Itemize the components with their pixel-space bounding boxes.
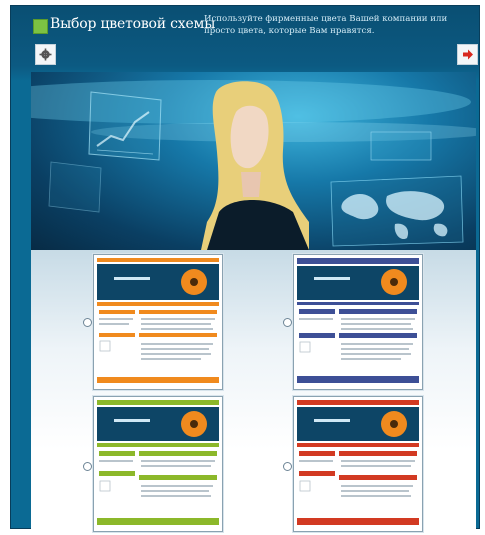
title-square-icon xyxy=(33,19,48,34)
gear-icon xyxy=(39,48,52,61)
scheme-preview-orange xyxy=(97,258,219,383)
page-title: Выбор цветовой схемы xyxy=(50,16,216,32)
scheme-thumbnail-orange[interactable] xyxy=(93,254,223,390)
scheme-thumbnail-blue[interactable] xyxy=(293,254,423,390)
scheme-selector xyxy=(31,250,476,532)
hero-illustration xyxy=(31,80,476,250)
scheme-preview-red xyxy=(297,400,419,525)
gear-button[interactable] xyxy=(35,44,56,65)
hero-image xyxy=(31,72,476,250)
scheme-radio-green[interactable] xyxy=(83,462,92,471)
app-frame: Выбор цветовой схемы Используйте фирменн… xyxy=(10,5,480,532)
scheme-thumbnail-red[interactable] xyxy=(293,396,423,532)
next-button[interactable] xyxy=(457,44,478,65)
chart-panel xyxy=(88,91,162,161)
world-map xyxy=(330,175,464,247)
page-description: Используйте фирменные цвета Вашей компан… xyxy=(204,14,448,36)
scheme-radio-orange[interactable] xyxy=(83,318,92,327)
header: Выбор цветовой схемы Используйте фирменн… xyxy=(11,6,479,72)
scheme-preview-blue xyxy=(297,258,419,383)
scheme-radio-blue[interactable] xyxy=(283,318,292,327)
scheme-thumbnail-green[interactable] xyxy=(93,396,223,532)
arrow-right-icon xyxy=(463,49,473,60)
scheme-radio-red[interactable] xyxy=(283,462,292,471)
scheme-preview-green xyxy=(97,400,219,525)
